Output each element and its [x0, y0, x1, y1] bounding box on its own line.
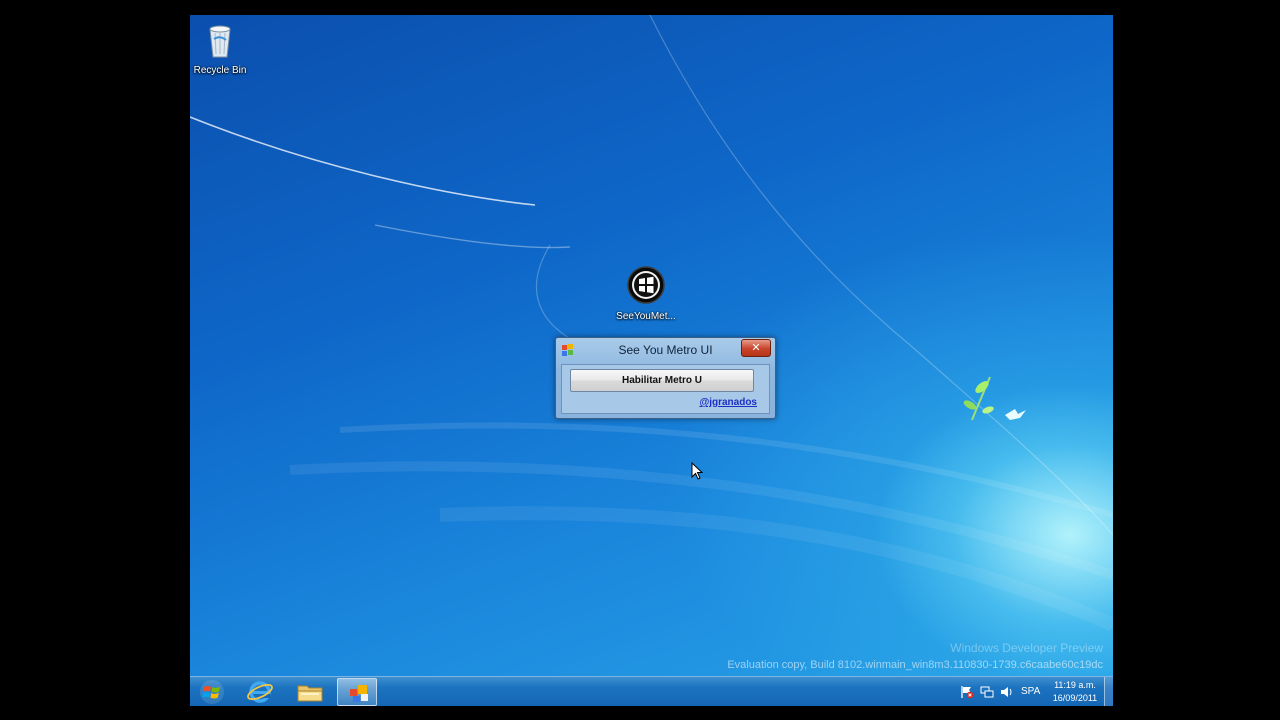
taskbar-seeyoumetro[interactable]	[337, 678, 377, 706]
seeyoumetro-dialog: See You Metro UI ✕ Habilitar Metro U @jg…	[555, 337, 776, 419]
network-icon[interactable]	[980, 685, 994, 699]
seeyoumetro-app-icon	[350, 685, 368, 702]
file-explorer-icon	[297, 685, 323, 702]
watermark-edition: Windows Developer Preview	[950, 641, 1103, 655]
clock-time: 11:19 a.m.	[1054, 680, 1096, 690]
taskbar-internet-explorer[interactable]	[240, 678, 280, 706]
enable-metro-button[interactable]: Habilitar Metro U	[570, 369, 754, 392]
clock[interactable]: 11:19 a.m. 16/09/2011	[1043, 679, 1107, 705]
internet-explorer-icon	[247, 681, 273, 703]
action-center-flag-icon[interactable]	[960, 685, 974, 699]
close-button[interactable]: ✕	[741, 339, 771, 357]
dialog-client-area: Habilitar Metro U @jgranados	[561, 364, 770, 414]
taskbar-file-explorer[interactable]	[290, 678, 330, 706]
build-watermark: Windows Developer Preview Evaluation cop…	[727, 640, 1103, 674]
volume-icon[interactable]	[1000, 685, 1014, 699]
mouse-cursor-icon	[691, 462, 703, 480]
system-tray: SPA 11:19 a.m. 16/09/2011	[948, 677, 1113, 706]
taskbar: SPA 11:19 a.m. 16/09/2011	[190, 676, 1113, 706]
desktop[interactable]: Recycle Bin SeeYouMet... See You Metro U…	[190, 15, 1113, 706]
clock-date: 16/09/2011	[1052, 693, 1098, 703]
windows-logo-icon	[627, 266, 665, 304]
start-orb-icon	[200, 680, 224, 704]
wallpaper-bird-branch	[963, 376, 1026, 421]
desktop-icon-label: SeeYouMet...	[616, 311, 676, 322]
desktop-icon-label: Recycle Bin	[193, 65, 247, 76]
desktop-icon-recycle-bin[interactable]: Recycle Bin	[190, 21, 255, 77]
desktop-icon-seeyoumetro[interactable]: SeeYouMet...	[611, 265, 681, 323]
author-link[interactable]: @jgranados	[699, 397, 757, 408]
close-icon: ✕	[751, 341, 761, 354]
dialog-title-bar[interactable]: See You Metro UI ✕	[556, 338, 775, 362]
show-desktop-button[interactable]	[1104, 677, 1113, 706]
start-button[interactable]	[192, 678, 232, 706]
watermark-build: Evaluation copy, Build 8102.winmain_win8…	[727, 659, 1103, 671]
input-language[interactable]: SPA	[1021, 686, 1040, 697]
recycle-bin-icon	[209, 25, 231, 58]
